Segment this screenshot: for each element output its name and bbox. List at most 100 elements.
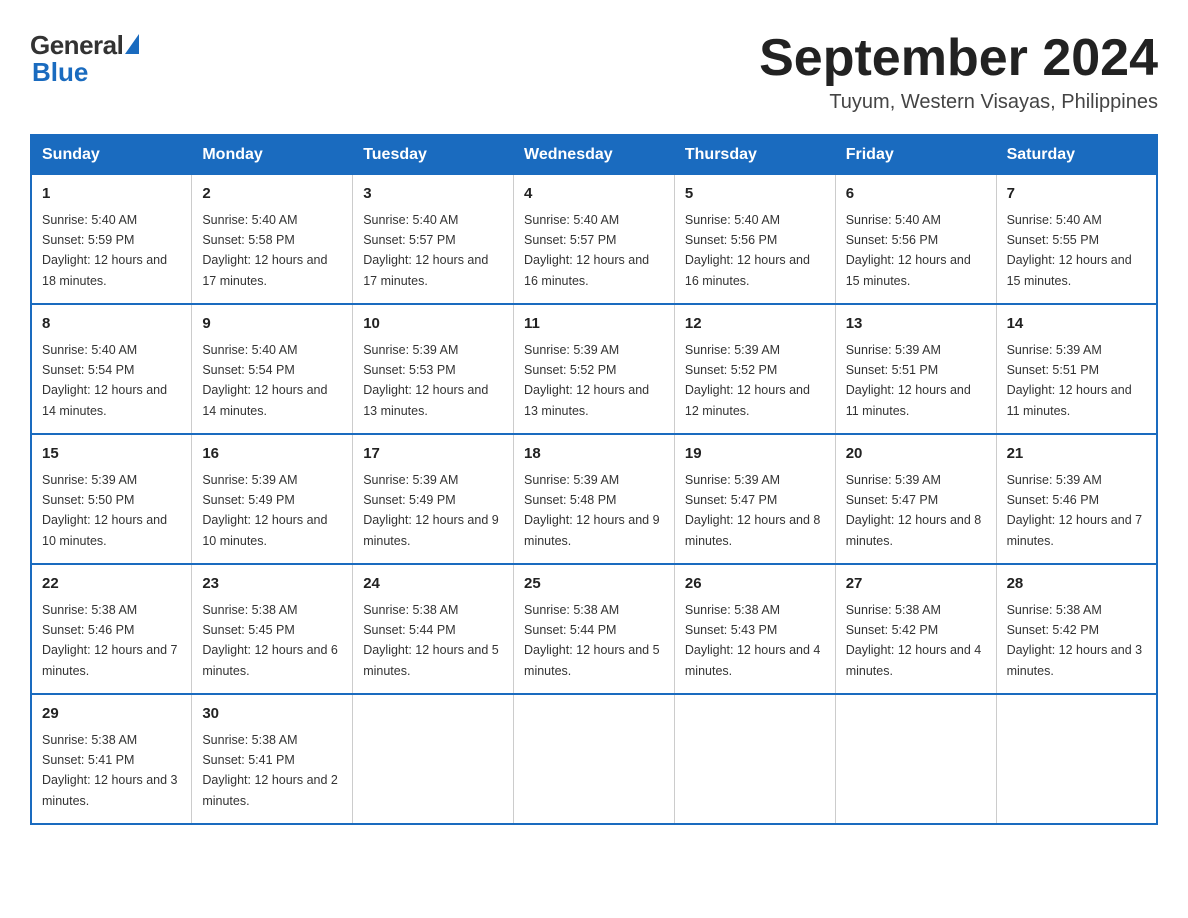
day-info: Sunrise: 5:40 AMSunset: 5:55 PMDaylight:… [1007, 213, 1132, 288]
day-number: 26 [685, 573, 825, 596]
table-row: 9 Sunrise: 5:40 AMSunset: 5:54 PMDayligh… [192, 304, 353, 434]
day-info: Sunrise: 5:40 AMSunset: 5:56 PMDaylight:… [846, 213, 971, 288]
day-info: Sunrise: 5:40 AMSunset: 5:57 PMDaylight:… [524, 213, 649, 288]
day-info: Sunrise: 5:38 AMSunset: 5:44 PMDaylight:… [524, 603, 660, 678]
day-number: 4 [524, 183, 664, 206]
day-info: Sunrise: 5:39 AMSunset: 5:52 PMDaylight:… [524, 343, 649, 418]
calendar-week-row: 1 Sunrise: 5:40 AMSunset: 5:59 PMDayligh… [31, 175, 1157, 305]
day-info: Sunrise: 5:38 AMSunset: 5:42 PMDaylight:… [846, 603, 982, 678]
table-row: 17 Sunrise: 5:39 AMSunset: 5:49 PMDaylig… [353, 434, 514, 564]
day-number: 9 [202, 313, 342, 336]
table-row: 28 Sunrise: 5:38 AMSunset: 5:42 PMDaylig… [996, 564, 1157, 694]
table-row: 21 Sunrise: 5:39 AMSunset: 5:46 PMDaylig… [996, 434, 1157, 564]
day-number: 25 [524, 573, 664, 596]
day-number: 17 [363, 443, 503, 466]
table-row: 29 Sunrise: 5:38 AMSunset: 5:41 PMDaylig… [31, 694, 192, 824]
table-row: 13 Sunrise: 5:39 AMSunset: 5:51 PMDaylig… [835, 304, 996, 434]
header-monday: Monday [192, 135, 353, 175]
day-number: 1 [42, 183, 181, 206]
table-row: 16 Sunrise: 5:39 AMSunset: 5:49 PMDaylig… [192, 434, 353, 564]
day-number: 2 [202, 183, 342, 206]
day-number: 24 [363, 573, 503, 596]
calendar-table: Sunday Monday Tuesday Wednesday Thursday… [30, 134, 1158, 825]
table-row [674, 694, 835, 824]
location-subtitle: Tuyum, Western Visayas, Philippines [759, 91, 1158, 114]
header-wednesday: Wednesday [514, 135, 675, 175]
day-number: 27 [846, 573, 986, 596]
day-number: 29 [42, 703, 181, 726]
day-info: Sunrise: 5:38 AMSunset: 5:41 PMDaylight:… [202, 733, 338, 808]
day-info: Sunrise: 5:40 AMSunset: 5:54 PMDaylight:… [202, 343, 327, 418]
day-info: Sunrise: 5:40 AMSunset: 5:57 PMDaylight:… [363, 213, 488, 288]
table-row [514, 694, 675, 824]
table-row: 14 Sunrise: 5:39 AMSunset: 5:51 PMDaylig… [996, 304, 1157, 434]
day-number: 8 [42, 313, 181, 336]
day-number: 10 [363, 313, 503, 336]
day-number: 23 [202, 573, 342, 596]
month-title: September 2024 [759, 30, 1158, 87]
day-number: 5 [685, 183, 825, 206]
table-row: 10 Sunrise: 5:39 AMSunset: 5:53 PMDaylig… [353, 304, 514, 434]
title-area: September 2024 Tuyum, Western Visayas, P… [759, 30, 1158, 114]
day-info: Sunrise: 5:38 AMSunset: 5:46 PMDaylight:… [42, 603, 178, 678]
day-number: 22 [42, 573, 181, 596]
day-info: Sunrise: 5:39 AMSunset: 5:47 PMDaylight:… [846, 473, 982, 548]
logo-blue-text: Blue [32, 57, 88, 88]
day-info: Sunrise: 5:38 AMSunset: 5:44 PMDaylight:… [363, 603, 499, 678]
header-tuesday: Tuesday [353, 135, 514, 175]
header-sunday: Sunday [31, 135, 192, 175]
calendar-header-row: Sunday Monday Tuesday Wednesday Thursday… [31, 135, 1157, 175]
day-info: Sunrise: 5:40 AMSunset: 5:59 PMDaylight:… [42, 213, 167, 288]
table-row: 19 Sunrise: 5:39 AMSunset: 5:47 PMDaylig… [674, 434, 835, 564]
day-number: 7 [1007, 183, 1146, 206]
table-row: 26 Sunrise: 5:38 AMSunset: 5:43 PMDaylig… [674, 564, 835, 694]
table-row: 2 Sunrise: 5:40 AMSunset: 5:58 PMDayligh… [192, 175, 353, 305]
day-info: Sunrise: 5:39 AMSunset: 5:50 PMDaylight:… [42, 473, 167, 548]
day-info: Sunrise: 5:40 AMSunset: 5:54 PMDaylight:… [42, 343, 167, 418]
table-row: 11 Sunrise: 5:39 AMSunset: 5:52 PMDaylig… [514, 304, 675, 434]
day-number: 6 [846, 183, 986, 206]
calendar-week-row: 29 Sunrise: 5:38 AMSunset: 5:41 PMDaylig… [31, 694, 1157, 824]
table-row: 6 Sunrise: 5:40 AMSunset: 5:56 PMDayligh… [835, 175, 996, 305]
table-row: 15 Sunrise: 5:39 AMSunset: 5:50 PMDaylig… [31, 434, 192, 564]
table-row: 30 Sunrise: 5:38 AMSunset: 5:41 PMDaylig… [192, 694, 353, 824]
calendar-week-row: 22 Sunrise: 5:38 AMSunset: 5:46 PMDaylig… [31, 564, 1157, 694]
day-info: Sunrise: 5:39 AMSunset: 5:52 PMDaylight:… [685, 343, 810, 418]
table-row: 12 Sunrise: 5:39 AMSunset: 5:52 PMDaylig… [674, 304, 835, 434]
logo: General Blue [30, 30, 139, 88]
table-row [835, 694, 996, 824]
day-info: Sunrise: 5:39 AMSunset: 5:47 PMDaylight:… [685, 473, 821, 548]
header-thursday: Thursday [674, 135, 835, 175]
day-number: 12 [685, 313, 825, 336]
day-number: 18 [524, 443, 664, 466]
day-info: Sunrise: 5:38 AMSunset: 5:43 PMDaylight:… [685, 603, 821, 678]
day-number: 11 [524, 313, 664, 336]
day-info: Sunrise: 5:39 AMSunset: 5:51 PMDaylight:… [846, 343, 971, 418]
day-info: Sunrise: 5:38 AMSunset: 5:41 PMDaylight:… [42, 733, 178, 808]
header-friday: Friday [835, 135, 996, 175]
calendar-week-row: 8 Sunrise: 5:40 AMSunset: 5:54 PMDayligh… [31, 304, 1157, 434]
day-number: 15 [42, 443, 181, 466]
table-row: 18 Sunrise: 5:39 AMSunset: 5:48 PMDaylig… [514, 434, 675, 564]
table-row [353, 694, 514, 824]
day-number: 3 [363, 183, 503, 206]
day-number: 16 [202, 443, 342, 466]
day-info: Sunrise: 5:40 AMSunset: 5:56 PMDaylight:… [685, 213, 810, 288]
day-info: Sunrise: 5:39 AMSunset: 5:46 PMDaylight:… [1007, 473, 1143, 548]
day-info: Sunrise: 5:39 AMSunset: 5:49 PMDaylight:… [363, 473, 499, 548]
logo-triangle-icon [125, 34, 139, 54]
day-number: 14 [1007, 313, 1146, 336]
table-row: 4 Sunrise: 5:40 AMSunset: 5:57 PMDayligh… [514, 175, 675, 305]
day-info: Sunrise: 5:39 AMSunset: 5:51 PMDaylight:… [1007, 343, 1132, 418]
day-info: Sunrise: 5:40 AMSunset: 5:58 PMDaylight:… [202, 213, 327, 288]
calendar-week-row: 15 Sunrise: 5:39 AMSunset: 5:50 PMDaylig… [31, 434, 1157, 564]
day-number: 13 [846, 313, 986, 336]
table-row: 27 Sunrise: 5:38 AMSunset: 5:42 PMDaylig… [835, 564, 996, 694]
day-info: Sunrise: 5:39 AMSunset: 5:49 PMDaylight:… [202, 473, 327, 548]
table-row: 8 Sunrise: 5:40 AMSunset: 5:54 PMDayligh… [31, 304, 192, 434]
day-info: Sunrise: 5:38 AMSunset: 5:42 PMDaylight:… [1007, 603, 1143, 678]
day-number: 30 [202, 703, 342, 726]
table-row: 22 Sunrise: 5:38 AMSunset: 5:46 PMDaylig… [31, 564, 192, 694]
day-number: 19 [685, 443, 825, 466]
table-row: 7 Sunrise: 5:40 AMSunset: 5:55 PMDayligh… [996, 175, 1157, 305]
